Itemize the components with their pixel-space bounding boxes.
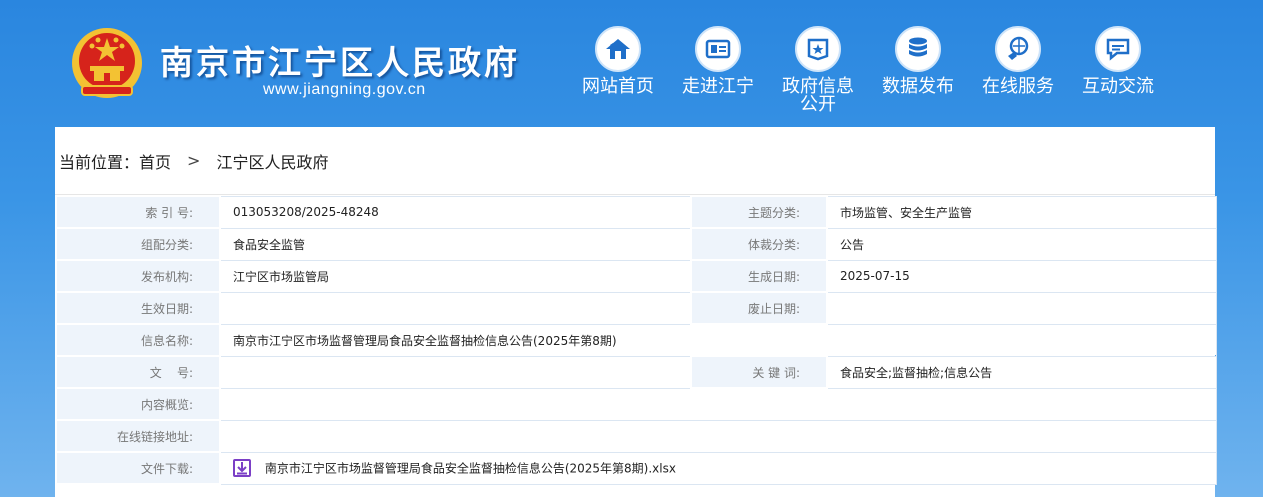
nav-item-service[interactable]: 在线服务 [968,26,1068,114]
breadcrumb-current-link[interactable]: 江宁区人民政府 [216,149,328,173]
table-row: 文 号: 关 键 词: 食品安全;监督抽检;信息公告 [55,355,1217,389]
doc-number-value [219,355,692,389]
keywords-value: 食品安全;监督抽检;信息公告 [826,355,1217,389]
table-row: 索 引 号: 013053208/2025-48248 主题分类: 市场监管、安… [55,195,1217,229]
nav-label: 数据发布 [882,76,954,97]
site-header: 南京市江宁区人民政府 www.jiangning.gov.cn 网站首页 走进江… [0,0,1263,127]
nav-item-data[interactable]: 数据发布 [868,26,968,114]
table-row: 在线链接地址: [55,419,1217,453]
topic-label: 主题分类: [690,195,828,229]
table-row: 文件下载: 南京市江宁区市场监督管理局食品安全监督抽检信息公告(2025年第8期… [55,451,1217,485]
summary-label: 内容概览: [55,387,221,421]
effective-date-label: 生效日期: [55,291,221,325]
table-row: 生效日期: 废止日期: [55,291,1217,325]
created-date-value: 2025-07-15 [826,259,1217,293]
created-date-label: 生成日期: [690,259,828,293]
nav-label: 走进江宁 [682,76,754,97]
download-icon[interactable] [233,459,251,477]
database-icon [895,26,941,72]
abolished-date-value [826,291,1217,325]
nav-label: 互动交流 [1082,76,1154,97]
org-category-value: 食品安全监管 [219,227,692,261]
national-emblem-icon [72,28,142,98]
publisher-label: 发布机构: [55,259,221,293]
nav-label: 在线服务 [982,76,1054,97]
info-name-label: 信息名称: [55,323,221,357]
info-meta-table: 索 引 号: 013053208/2025-48248 主题分类: 市场监管、安… [55,195,1217,485]
genre-label: 体裁分类: [690,227,828,261]
nav-item-interact[interactable]: 互动交流 [1068,26,1168,114]
online-link-label: 在线链接地址: [55,419,221,453]
org-category-label: 组配分类: [55,227,221,261]
home-icon [595,26,641,72]
genre-value: 公告 [826,227,1217,261]
table-row: 组配分类: 食品安全监管 体裁分类: 公告 [55,227,1217,261]
nav-label: 政府信息公开 [782,76,854,115]
topic-value: 市场监管、安全生产监管 [826,195,1217,229]
file-download-link[interactable]: 南京市江宁区市场监督管理局食品安全监督抽检信息公告(2025年第8期).xlsx [265,462,676,476]
online-service-icon [995,26,1041,72]
abolished-date-label: 废止日期: [690,291,828,325]
publisher-value: 江宁区市场监管局 [219,259,692,293]
site-url: www.jiangning.gov.cn [263,81,426,98]
table-row: 内容概览: [55,387,1217,421]
breadcrumb-home-link[interactable]: 首页 [139,149,171,173]
content-panel: 当前位置： 首页 > 江宁区人民政府 索 引 号: 013053208/2025… [55,127,1217,497]
breadcrumb-separator: > [187,151,201,170]
open-info-icon [795,26,841,72]
chat-icon [1095,26,1141,72]
nav-item-open-info[interactable]: 政府信息公开 [768,26,868,114]
file-download-cell: 南京市江宁区市场监督管理局食品安全监督抽检信息公告(2025年第8期).xlsx [219,451,1217,485]
info-name-value: 南京市江宁区市场监督管理局食品安全监督抽检信息公告(2025年第8期) [219,323,1217,357]
file-download-label: 文件下载: [55,451,221,485]
effective-date-value [219,291,692,325]
table-row: 发布机构: 江宁区市场监管局 生成日期: 2025-07-15 [55,259,1217,293]
breadcrumb-prefix: 当前位置： [59,152,140,172]
intro-card-icon [695,26,741,72]
nav-item-intro[interactable]: 走进江宁 [668,26,768,114]
nav-label: 网站首页 [582,76,654,97]
breadcrumb: 当前位置： 首页 > 江宁区人民政府 [55,127,1215,195]
table-row: 信息名称: 南京市江宁区市场监督管理局食品安全监督抽检信息公告(2025年第8期… [55,323,1217,357]
main-nav: 网站首页 走进江宁 政府信息公开 数据发布 在线服务 互动交流 [568,26,1168,114]
index-value: 013053208/2025-48248 [219,195,692,229]
site-title: 南京市江宁区人民政府 [160,43,520,82]
index-label: 索 引 号: [55,195,221,229]
keywords-label: 关 键 词: [690,355,828,389]
doc-number-label: 文 号: [55,355,221,389]
online-link-value [219,419,1217,453]
nav-item-home[interactable]: 网站首页 [568,26,668,114]
summary-value [219,387,1217,421]
